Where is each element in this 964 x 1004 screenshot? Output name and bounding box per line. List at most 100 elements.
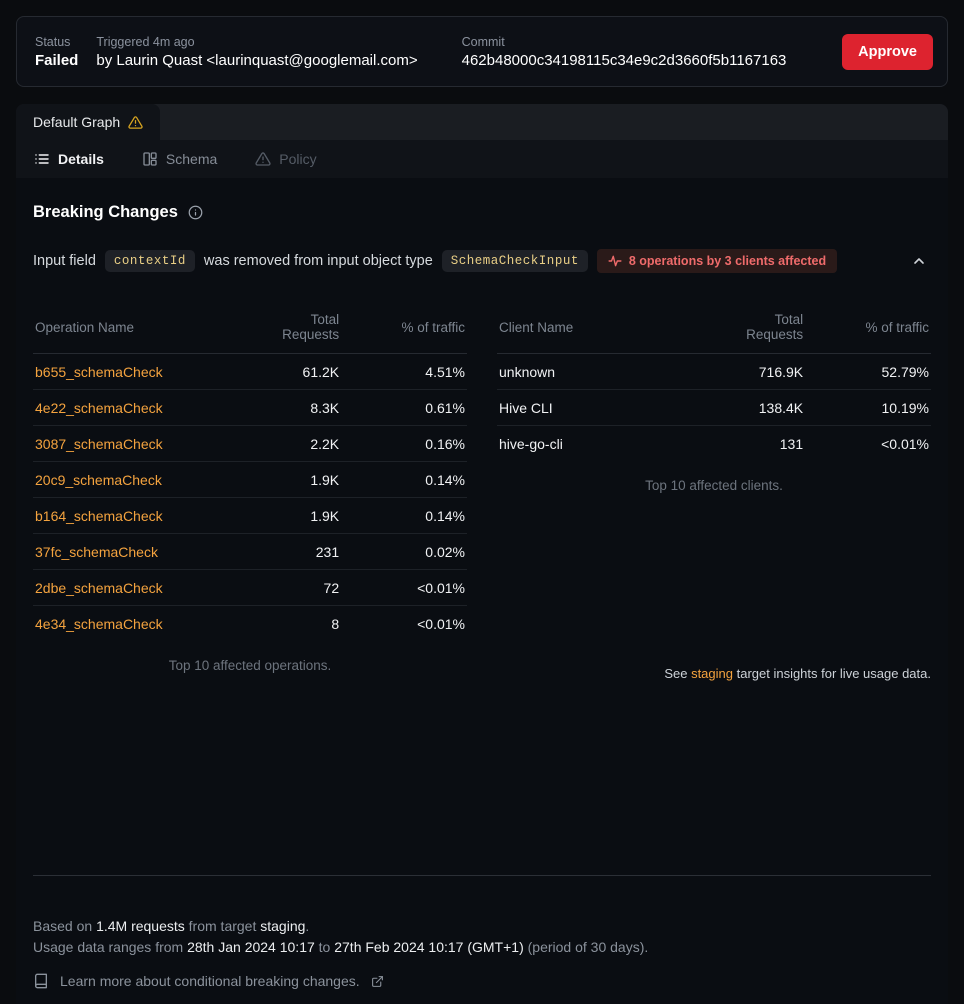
range-end: 27th Feb 2024 10:17 (GMT+1) [334,939,524,955]
usage-summary: Based on 1.4M requests from target stagi… [33,916,931,957]
operation-row: b164_schemaCheck 1.9K 0.14% [33,498,467,534]
operation-traffic: <0.01% [341,570,467,606]
operation-requests: 231 [250,534,341,570]
warning-triangle-icon [128,115,143,130]
tab-details-label: Details [58,151,104,167]
client-row: Hive CLI 138.4K 10.19% [497,390,931,426]
operation-requests: 1.9K [250,498,341,534]
type-code-badge: SchemaCheckInput [442,250,588,272]
graph-tab-strip: Default Graph [16,104,948,140]
tab-policy[interactable]: Policy [255,151,316,167]
usage-text: to [315,939,334,955]
commit-label: Commit [462,35,787,49]
operation-requests: 8.3K [250,390,341,426]
requests-col-header: Total Requests [250,301,341,354]
operation-row: 37fc_schemaCheck 231 0.02% [33,534,467,570]
operation-row: b655_schemaCheck 61.2K 4.51% [33,354,467,390]
client-requests: 138.4K [714,390,805,426]
clients-table: Client Name Total Requests % of traffic … [497,301,931,461]
requests-col-header: Total Requests [714,301,805,354]
operation-row: 3087_schemaCheck 2.2K 0.16% [33,426,467,462]
client-traffic: 10.19% [805,390,931,426]
external-link-icon [371,975,384,988]
operation-link[interactable]: 20c9_schemaCheck [35,472,162,488]
note-pre: See [664,666,691,681]
note-post: target insights for live usage data. [733,666,931,681]
schema-icon [142,151,158,167]
clients-col-header: Client Name [497,301,714,354]
operation-row: 4e34_schemaCheck 8 <0.01% [33,606,467,642]
client-traffic: 52.79% [805,354,931,390]
operation-traffic: 0.16% [341,426,467,462]
operation-link[interactable]: b655_schemaCheck [35,364,163,380]
affected-badge-label: 8 operations by 3 clients affected [629,254,826,268]
change-middle: was removed from input object type [204,253,433,269]
graph-tab-label: Default Graph [33,114,120,130]
operation-link[interactable]: b164_schemaCheck [35,508,163,524]
status-value: Failed [35,52,78,69]
tab-details[interactable]: Details [34,151,104,167]
staging-target-link[interactable]: staging [691,666,733,681]
operation-row: 20c9_schemaCheck 1.9K 0.14% [33,462,467,498]
operation-requests: 1.9K [250,462,341,498]
info-icon[interactable] [188,205,203,220]
operation-link[interactable]: 4e22_schemaCheck [35,400,163,416]
traffic-col-header: % of traffic [341,301,467,354]
target-name: staging [260,918,305,934]
alert-triangle-icon [255,151,271,167]
client-row: hive-go-cli 131 <0.01% [497,426,931,462]
operations-column: Operation Name Total Requests % of traff… [33,301,467,681]
learn-more-label: Learn more about conditional breaking ch… [60,973,360,989]
usage-text: Usage data ranges from [33,939,187,955]
operation-traffic: 0.02% [341,534,467,570]
client-traffic: <0.01% [805,426,931,462]
operation-row: 4e22_schemaCheck 8.3K 0.61% [33,390,467,426]
approve-button[interactable]: Approve [842,34,933,70]
traffic-col-header: % of traffic [805,301,931,354]
operation-link[interactable]: 4e34_schemaCheck [35,616,163,632]
breaking-change-row[interactable]: Input field contextId was removed from i… [33,249,931,273]
check-summary-card: Status Failed Triggered 4m ago by Laurin… [16,16,948,87]
usage-text: Based on [33,918,96,934]
range-start: 28th Jan 2024 10:17 [187,939,315,955]
activity-icon [608,254,622,268]
learn-more-link[interactable]: Learn more about conditional breaking ch… [33,973,384,989]
field-code-badge: contextId [105,250,195,272]
client-requests: 716.9K [714,354,805,390]
clients-caption: Top 10 affected clients. [497,461,931,501]
triggered-value: by Laurin Quast <laurinquast@googlemail.… [96,52,417,69]
triggered-block: Triggered 4m ago by Laurin Quast <laurin… [96,35,417,69]
operation-traffic: 0.61% [341,390,467,426]
collapse-chevron-up-icon[interactable] [907,249,931,273]
commit-value: 462b48000c34198115c34e9c2d3660f5b1167163 [462,52,787,69]
status-block: Status Failed [35,35,78,69]
usage-text: (period of 30 days). [524,939,649,955]
operation-link[interactable]: 2dbe_schemaCheck [35,580,163,596]
tab-policy-label: Policy [279,151,316,167]
book-icon [33,973,49,989]
operation-traffic: 0.14% [341,462,467,498]
details-panel: Breaking Changes Input field contextId w… [16,178,948,875]
operation-link[interactable]: 37fc_schemaCheck [35,544,158,560]
affected-operations-badge[interactable]: 8 operations by 3 clients affected [597,249,837,273]
operations-table: Operation Name Total Requests % of traff… [33,301,467,641]
operation-traffic: 0.14% [341,498,467,534]
insights-note: See staging target insights for live usa… [497,666,931,681]
commit-block: Commit 462b48000c34198115c34e9c2d3660f5b… [462,35,787,69]
tab-schema-label: Schema [166,151,217,167]
change-prefix: Input field [33,253,96,269]
operation-requests: 2.2K [250,426,341,462]
check-toolbar: Details Schema Policy [16,140,948,178]
client-requests: 131 [714,426,805,462]
tab-default-graph[interactable]: Default Graph [16,104,160,140]
list-icon [34,151,50,167]
operation-row: 2dbe_schemaCheck 72 <0.01% [33,570,467,606]
operation-traffic: 4.51% [341,354,467,390]
operation-requests: 72 [250,570,341,606]
client-name: Hive CLI [497,390,714,426]
tab-schema[interactable]: Schema [142,151,217,167]
clients-column: Client Name Total Requests % of traffic … [497,301,931,681]
footer-divider [33,875,931,876]
operations-caption: Top 10 affected operations. [33,641,467,681]
operation-link[interactable]: 3087_schemaCheck [35,436,163,452]
